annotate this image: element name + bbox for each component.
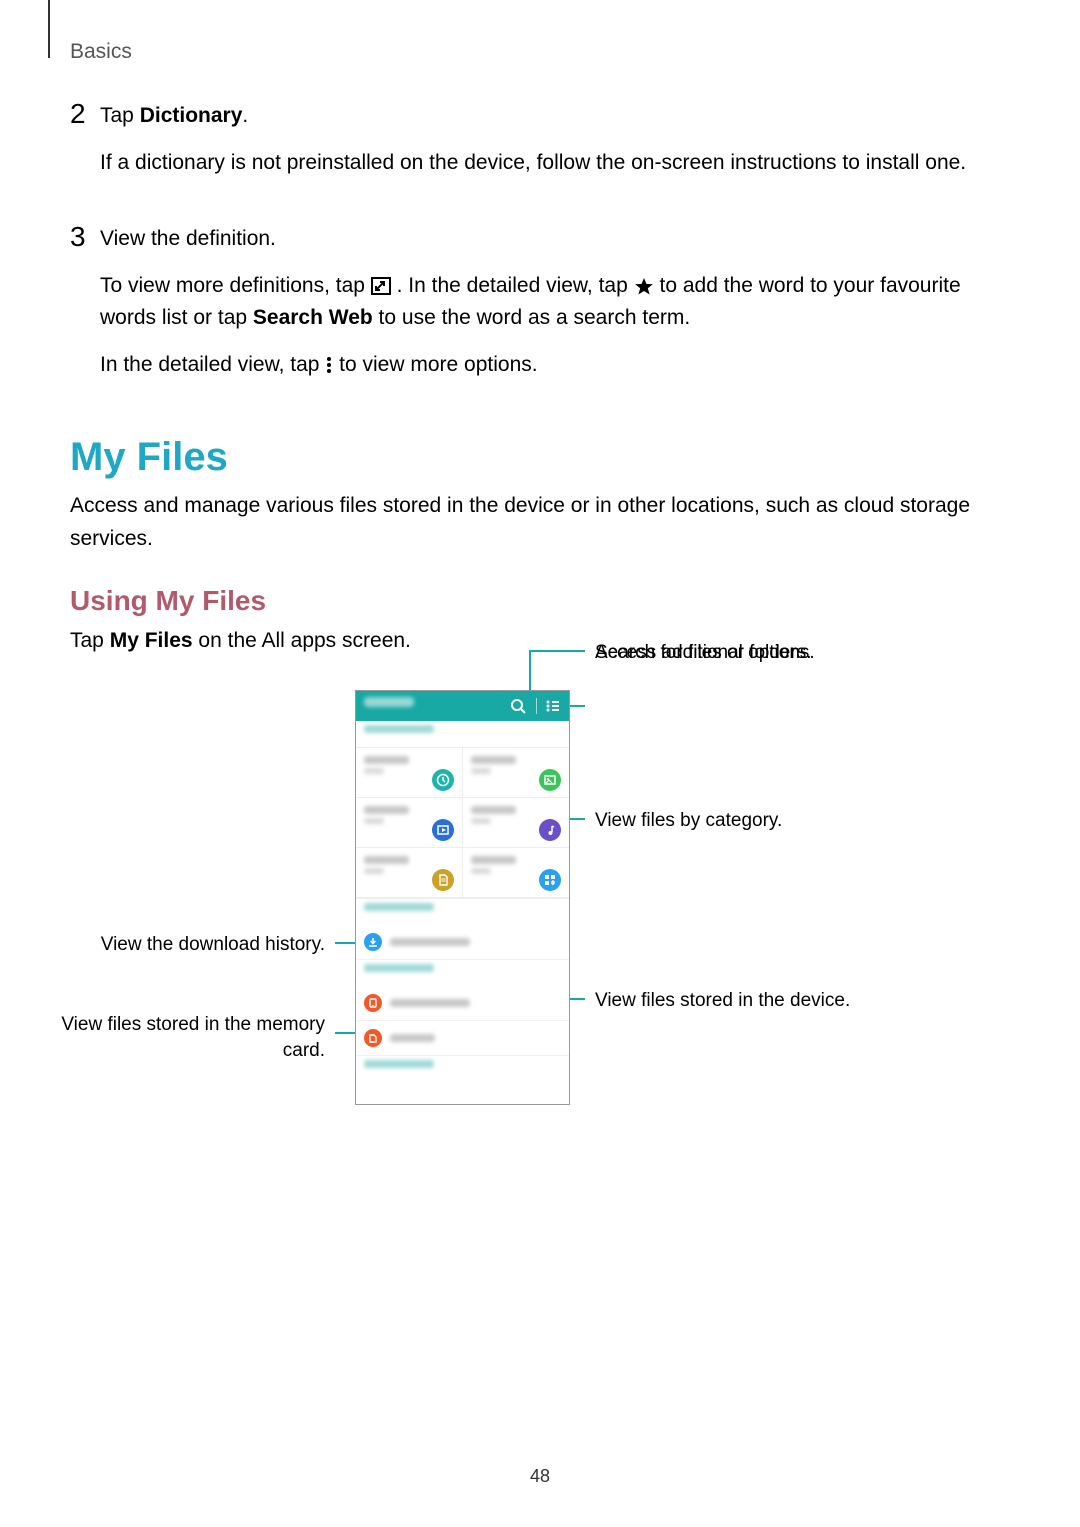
callout-sdcard: View files stored in the memory card. <box>61 1012 325 1063</box>
section-quick-search <box>356 721 569 747</box>
download-icon <box>364 933 382 951</box>
step-3: 3 View the definition. To view more defi… <box>70 223 990 395</box>
callout-download: View the download history. <box>101 932 325 958</box>
section-download-history <box>356 899 569 925</box>
header-rule <box>48 0 50 58</box>
page-number: 48 <box>0 1466 1080 1487</box>
callout-line <box>568 818 585 820</box>
step-number: 2 <box>70 100 100 193</box>
tile-images[interactable] <box>463 748 570 798</box>
category-grid <box>356 747 569 899</box>
row-download-history[interactable] <box>356 925 569 960</box>
screenshot-myfiles <box>355 690 570 1105</box>
step2-line2: If a dictionary is not preinstalled on t… <box>100 147 966 180</box>
section-cloud-storage <box>356 1056 569 1082</box>
app-bar <box>356 691 569 721</box>
tile-documents[interactable] <box>356 848 463 898</box>
section-local-storage <box>356 960 569 986</box>
more-vert-icon <box>325 356 333 374</box>
step3-line2: To view more definitions, tap . In the d… <box>100 270 990 335</box>
search-icon[interactable] <box>508 696 528 716</box>
step-number: 3 <box>70 223 100 395</box>
divider <box>536 698 537 714</box>
callout-line <box>529 650 585 652</box>
step3-line1: View the definition. <box>100 223 990 256</box>
more-options-icon[interactable] <box>543 696 563 716</box>
myfiles-desc: Access and manage various files stored i… <box>70 490 990 555</box>
step-2: 2 Tap Dictionary. If a dictionary is not… <box>70 100 990 193</box>
step2-line1: Tap Dictionary. <box>100 100 966 133</box>
apps-icon <box>539 869 561 891</box>
sdcard-icon <box>364 1029 382 1047</box>
star-icon <box>634 277 654 295</box>
callout-options: Access additional options. <box>595 640 815 666</box>
row-sd-card[interactable] <box>356 1021 569 1056</box>
myfiles-heading: My Files <box>70 435 990 480</box>
document-icon <box>432 869 454 891</box>
clock-icon <box>432 769 454 791</box>
device-icon <box>364 994 382 1012</box>
callout-category: View files by category. <box>595 808 782 834</box>
video-icon <box>432 819 454 841</box>
section-header: Basics <box>70 40 132 64</box>
callout-device: View files stored in the device. <box>595 988 850 1014</box>
tile-videos[interactable] <box>356 798 463 848</box>
step3-line3: In the detailed view, tap to view more o… <box>100 349 990 382</box>
app-title-blurred <box>364 697 414 707</box>
tile-recent-files[interactable] <box>356 748 463 798</box>
using-myfiles-heading: Using My Files <box>70 585 990 617</box>
row-device-storage[interactable] <box>356 986 569 1021</box>
myfiles-figure: Search for files or folders. Access addi… <box>70 640 990 1140</box>
tile-downloaded-apps[interactable] <box>463 848 570 898</box>
expand-icon <box>371 277 391 295</box>
image-icon <box>539 769 561 791</box>
tile-audio[interactable] <box>463 798 570 848</box>
music-icon <box>539 819 561 841</box>
